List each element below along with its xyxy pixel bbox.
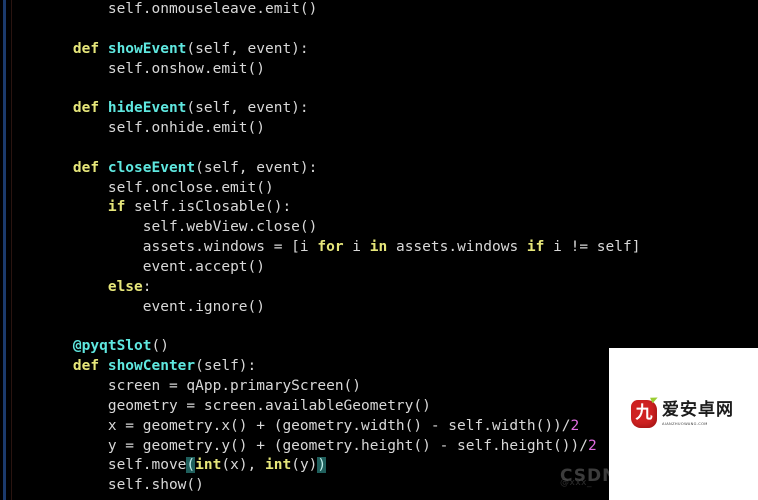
code-token-plain: geometry = screen.availableGeometry(): [107, 397, 431, 414]
code-token-kw: else: [107, 278, 143, 295]
code-token-plain: (self, event):: [195, 159, 318, 176]
code-token-kw: int: [265, 457, 292, 474]
code-line[interactable]: self.onclose.emit(): [0, 179, 758, 199]
code-token-plain: :: [142, 278, 152, 295]
code-token-plain: (y): [291, 457, 318, 474]
code-line[interactable]: def showEvent(self, event):: [0, 40, 758, 60]
code-token-plain: self.onshow.emit(): [107, 60, 265, 77]
code-token-plain: (): [151, 338, 169, 355]
code-line[interactable]: self.onmouseleave.emit(): [0, 0, 758, 20]
code-token-plain: (self, event):: [186, 40, 309, 57]
code-token-plain: event.ignore(): [142, 298, 265, 315]
code-token-kw: if: [526, 239, 554, 256]
code-token-plain: assets.windows: [395, 239, 527, 256]
code-token-plain: (x),: [221, 457, 266, 474]
code-token-brk-hl: ): [317, 457, 327, 474]
logo-overlay-panel: 九 爱安卓网 AIANZHUOWANG.COM: [609, 348, 758, 500]
code-token-plain: screen = qApp.primaryScreen(): [107, 378, 362, 395]
code-token-plain: self.webView.close(): [142, 219, 318, 236]
logo-badge-icon: 九: [631, 394, 659, 428]
code-line[interactable]: event.ignore(): [0, 298, 758, 318]
code-token-kw: if: [107, 199, 135, 216]
code-line[interactable]: self.onhide.emit(): [0, 119, 758, 139]
csdn-watermark-sub: @xxx_: [560, 478, 592, 488]
code-token-kw: def: [72, 100, 108, 117]
code-token-plain: self.isClosable():: [134, 199, 292, 216]
code-line[interactable]: else:: [0, 278, 758, 298]
logo-badge-glyph: 九: [635, 402, 653, 423]
code-token-kw: int: [195, 457, 222, 474]
code-token-plain: event.accept(): [142, 258, 265, 275]
code-token-kw: def: [72, 40, 108, 57]
code-line[interactable]: [0, 79, 758, 99]
code-editor-screenshot: self.onmouseleave.emit() def showEvent(s…: [0, 0, 758, 500]
code-token-fn: hideEvent: [107, 100, 187, 117]
code-token-plain: self.onclose.emit(): [107, 179, 274, 196]
code-token-plain: self.move: [107, 457, 187, 474]
code-token-plain: (self):: [195, 358, 257, 375]
code-line[interactable]: def closeEvent(self, event):: [0, 159, 758, 179]
logo-brand-cn: 爱安卓网: [662, 400, 734, 421]
code-line[interactable]: if self.isClosable():: [0, 198, 758, 218]
site-logo[interactable]: 九 爱安卓网 AIANZHUOWANG.COM: [631, 394, 734, 428]
code-line[interactable]: def hideEvent(self, event):: [0, 99, 758, 119]
code-token-plain: self.onhide.emit(): [107, 120, 265, 137]
code-token-kw: def: [72, 159, 108, 176]
code-line[interactable]: event.accept(): [0, 258, 758, 278]
code-token-num: 2: [587, 437, 597, 454]
code-token-fn: closeEvent: [107, 159, 196, 176]
code-line[interactable]: [0, 20, 758, 40]
logo-brand-en: AIANZHUOWANG.COM: [662, 421, 708, 426]
code-token-kw: for: [317, 239, 353, 256]
code-token-kw: in: [369, 239, 396, 256]
code-line[interactable]: assets.windows = [i for i in assets.wind…: [0, 238, 758, 258]
code-line[interactable]: [0, 318, 758, 338]
code-token-plain: assets.windows = [i: [142, 239, 318, 256]
code-token-plain: (self, event):: [186, 100, 309, 117]
code-token-plain: self.show(): [107, 477, 204, 494]
code-line[interactable]: [0, 139, 758, 159]
code-token-plain: i: [352, 239, 370, 256]
code-token-kw: def: [72, 358, 108, 375]
code-token-plain: self.onmouseleave.emit(): [107, 1, 318, 17]
code-token-plain: x = geometry.x() + (geometry.width() - s…: [107, 417, 571, 434]
code-line[interactable]: self.webView.close(): [0, 218, 758, 238]
code-line[interactable]: self.onshow.emit(): [0, 60, 758, 80]
code-token-deco: @pyqtSlot: [72, 338, 152, 355]
code-token-num: 2: [570, 417, 580, 434]
logo-text-block: 爱安卓网 AIANZHUOWANG.COM: [662, 400, 734, 426]
code-token-fn: showEvent: [107, 40, 187, 57]
code-token-fn: showCenter: [107, 358, 196, 375]
code-token-plain: i != self]: [553, 239, 641, 256]
code-token-brk-hl: (: [186, 457, 196, 474]
code-token-plain: y = geometry.y() + (geometry.height() - …: [107, 437, 588, 454]
